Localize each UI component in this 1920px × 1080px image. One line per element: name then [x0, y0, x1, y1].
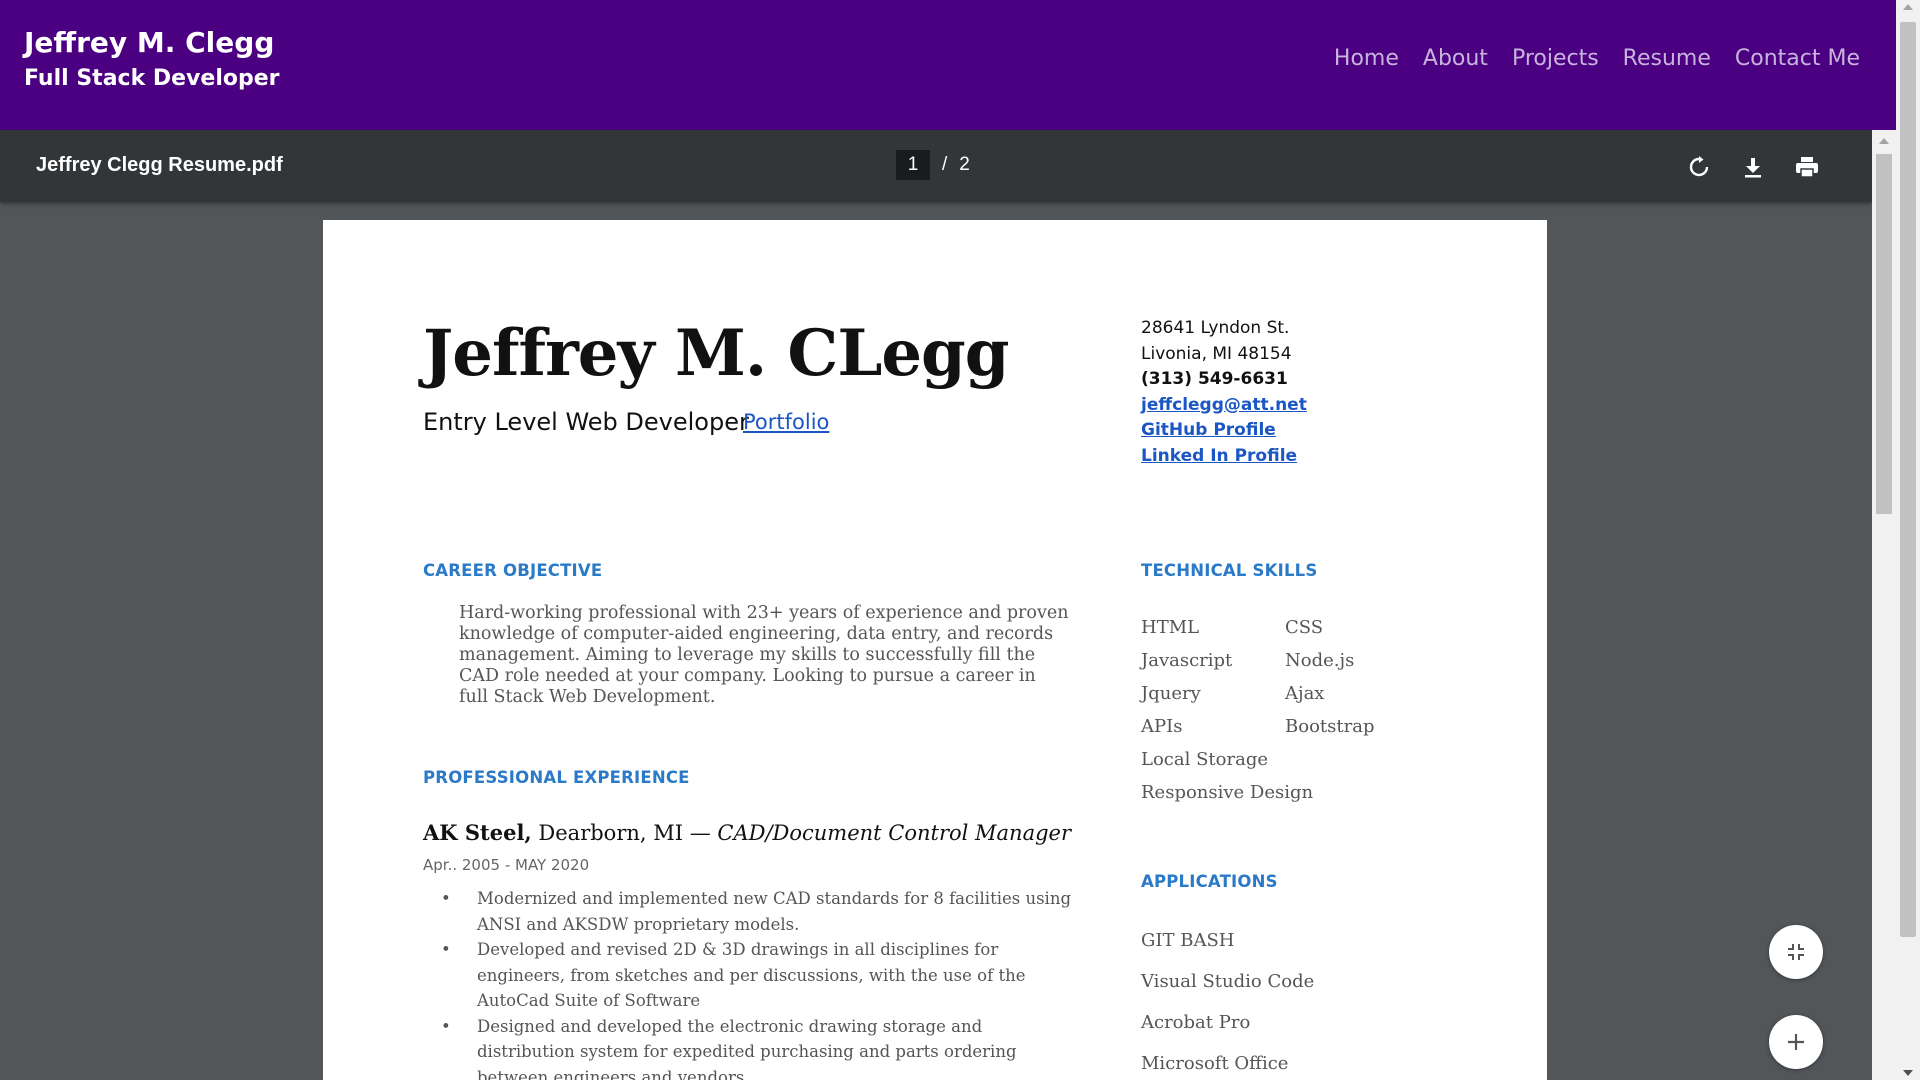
site-brand-name[interactable]: Jeffrey M. Clegg	[24, 26, 274, 59]
contact-phone: (313) 549-6631	[1141, 369, 1288, 389]
linkedin-profile-link[interactable]: Linked In Profile	[1141, 444, 1307, 470]
download-icon	[1745, 158, 1761, 178]
job-dates: Apr.. 2005 - MAY 2020	[423, 856, 590, 874]
rotate-icon	[1689, 156, 1709, 177]
pdf-scrollbar[interactable]	[1872, 130, 1896, 1080]
page-scroll-down-icon[interactable]	[1903, 1070, 1913, 1076]
job-bullet: Designed and developed the electronic dr…	[441, 1014, 1081, 1080]
career-objective-heading: CAREER OBJECTIVE	[423, 561, 603, 580]
job-bullet: Modernized and implemented new CAD stand…	[441, 886, 1081, 937]
nav-home[interactable]: Home	[1334, 46, 1399, 71]
pdf-page-indicator: 1 / 2	[896, 150, 970, 180]
nav-resume[interactable]: Resume	[1623, 46, 1711, 71]
pdf-file-title: Jeffrey Clegg Resume.pdf	[36, 154, 283, 176]
skill-item: APIs	[1141, 716, 1183, 737]
download-button[interactable]	[1736, 150, 1770, 184]
site-header: Jeffrey M. Clegg Full Stack Developer Ho…	[0, 0, 1896, 130]
skill-item: Jquery	[1141, 683, 1201, 704]
fit-to-page-icon	[1788, 944, 1804, 960]
technical-skills-heading: TECHNICAL SKILLS	[1141, 561, 1318, 580]
skill-item: Responsive Design	[1141, 782, 1314, 803]
application-item: Visual Studio Code	[1141, 971, 1315, 992]
fit-page-button[interactable]	[1769, 925, 1823, 979]
skill-item: Javascript	[1141, 650, 1233, 671]
pdf-scroll-up-icon[interactable]	[1879, 138, 1889, 144]
job-title: AK Steel, Dearborn, MI — CAD/Document Co…	[423, 820, 1071, 845]
skill-item	[1285, 776, 1435, 809]
zoom-in-button[interactable]	[1769, 1015, 1823, 1069]
print-button[interactable]	[1790, 150, 1824, 184]
technical-skills-list: HTML CSS Javascript Node.js Jquery Ajax …	[1141, 611, 1435, 809]
current-page-input[interactable]: 1	[896, 150, 930, 180]
job-bullet: Developed and revised 2D & 3D drawings i…	[441, 937, 1081, 1014]
contact-city: Livonia, MI 48154	[1141, 343, 1292, 364]
experience-heading: PROFESSIONAL EXPERIENCE	[423, 768, 690, 787]
job-company: AK Steel,	[423, 820, 532, 845]
skill-item: Ajax	[1285, 683, 1325, 704]
rotate-button[interactable]	[1682, 150, 1716, 184]
site-brand-role: Full Stack Developer	[24, 66, 280, 91]
skill-item: Bootstrap	[1285, 716, 1375, 737]
contact-street: 28641 Lyndon St.	[1141, 318, 1290, 338]
career-objective-text: Hard-working professional with 23+ years…	[459, 603, 1069, 707]
resume-role: Entry Level Web Developer	[423, 408, 749, 436]
skill-item: HTML	[1141, 617, 1200, 638]
job-location: Dearborn, MI —	[531, 821, 718, 845]
nav-projects[interactable]: Projects	[1512, 46, 1599, 71]
page-scroll-thumb[interactable]	[1900, 22, 1916, 937]
application-item: Microsoft Office	[1141, 1053, 1289, 1074]
skill-item	[1285, 743, 1435, 776]
pdf-scroll-thumb[interactable]	[1876, 154, 1892, 514]
page-scroll-up-icon[interactable]	[1903, 4, 1913, 10]
skill-item: CSS	[1285, 617, 1324, 638]
total-pages: 2	[959, 154, 970, 175]
job-bullets: Modernized and implemented new CAD stand…	[441, 886, 1081, 1080]
print-icon	[1796, 157, 1818, 178]
contact-block: 28641 Lyndon St. Livonia, MI 48154 (313)…	[1141, 316, 1307, 469]
page-scrollbar[interactable]	[1896, 0, 1920, 1080]
plus-icon	[1788, 1034, 1804, 1050]
application-item: GIT BASH	[1141, 930, 1235, 951]
email-link[interactable]: jeffclegg@att.net	[1141, 393, 1307, 419]
applications-list: GIT BASH Visual Studio Code Acrobat Pro …	[1141, 920, 1314, 1080]
applications-heading: APPLICATIONS	[1141, 872, 1278, 891]
pdf-toolbar: Jeffrey Clegg Resume.pdf 1 / 2	[0, 130, 1872, 202]
resume-name: Jeffrey M. CLegg	[423, 316, 1010, 391]
application-item: Acrobat Pro	[1141, 1012, 1251, 1033]
main-nav: Home About Projects Resume Contact Me	[1334, 46, 1860, 71]
nav-about[interactable]: About	[1423, 46, 1488, 71]
nav-contact-me[interactable]: Contact Me	[1735, 46, 1860, 71]
pdf-page: Jeffrey M. CLegg Entry Level Web Develop…	[323, 220, 1547, 1080]
github-profile-link[interactable]: GitHub Profile	[1141, 418, 1307, 444]
portfolio-link[interactable]: Portfolio	[743, 410, 829, 434]
skill-item: Local Storage	[1141, 749, 1268, 770]
page-separator: /	[942, 154, 948, 175]
job-position: CAD/Document Control Manager	[717, 821, 1072, 845]
skill-item: Node.js	[1285, 650, 1355, 671]
